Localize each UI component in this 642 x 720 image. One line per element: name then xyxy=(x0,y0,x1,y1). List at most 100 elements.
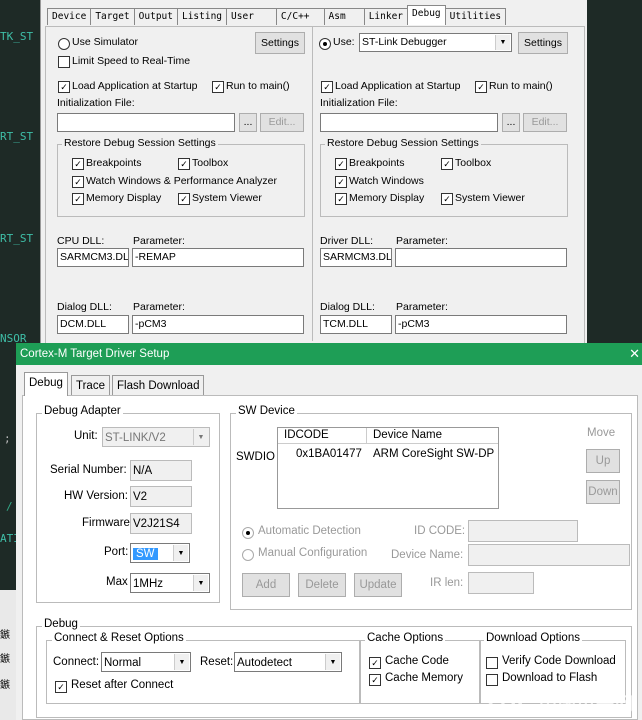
simulator-settings-button[interactable]: Settings xyxy=(255,32,305,54)
tab-user[interactable]: User xyxy=(226,8,277,25)
debugger-settings-button[interactable]: Settings xyxy=(518,32,568,54)
serial-number-field: N/A xyxy=(130,460,192,481)
chevron-down-icon: ▼ xyxy=(193,429,208,445)
max-clock-value: 1MHz xyxy=(133,578,164,590)
dialog-param-field[interactable]: -pCM3 xyxy=(132,315,304,334)
tab-target[interactable]: Target xyxy=(90,8,135,25)
close-icon[interactable]: ✕ xyxy=(629,343,640,365)
right-dialog-param-field[interactable]: -pCM3 xyxy=(395,315,567,334)
code-fragment: TK_ST xyxy=(0,30,34,43)
add-button[interactable]: Add xyxy=(242,573,290,597)
chevron-down-icon: ▼ xyxy=(173,545,188,561)
driver-dll-field[interactable]: SARMCM3.DLL xyxy=(320,248,392,267)
right-dialog-dll-field[interactable]: TCM.DLL xyxy=(320,315,392,334)
right-dialog-dll-label: Dialog DLL: xyxy=(320,301,375,313)
col-device-name: Device Name xyxy=(373,429,443,441)
right-init-file-input[interactable] xyxy=(320,113,498,132)
connect-select[interactable]: Normal ▼ xyxy=(101,652,191,672)
right-init-file-edit-button[interactable]: Edit... xyxy=(523,113,567,132)
pane-divider xyxy=(312,27,313,341)
debugger-select[interactable]: ST-Link Debugger ▼ xyxy=(359,33,512,52)
memory-display-checkbox[interactable]: ✓ xyxy=(72,193,84,205)
cpu-dll-field[interactable]: SARMCM3.DLL xyxy=(57,248,129,267)
code-fragment: RT_ST xyxy=(0,130,34,143)
reset-select-value: Autodetect xyxy=(237,657,292,669)
watch-windows-checkbox[interactable]: ✓ xyxy=(72,176,84,188)
table-row[interactable]: 0x1BA01477 ARM CoreSight SW-DP xyxy=(278,448,498,464)
move-up-button[interactable]: Up xyxy=(586,449,620,473)
download-to-flash-checkbox[interactable] xyxy=(486,674,498,686)
tab-listing[interactable]: Listing xyxy=(176,8,228,25)
auto-detection-label: Automatic Detection xyxy=(258,525,361,537)
cpu-param-field[interactable]: -REMAP xyxy=(132,248,304,267)
reset-after-connect-checkbox[interactable]: ✓ xyxy=(55,681,67,693)
breakpoints-checkbox[interactable]: ✓ xyxy=(72,158,84,170)
right-toolbox-checkbox[interactable]: ✓ xyxy=(441,158,453,170)
right-system-viewer-checkbox[interactable]: ✓ xyxy=(441,193,453,205)
chevron-down-icon: ▼ xyxy=(325,654,340,670)
side-glyph: 鏃 xyxy=(0,680,10,691)
tab-linker[interactable]: Linker xyxy=(363,8,409,25)
dialog-title-bar[interactable]: Cortex-M Target Driver Setup ✕ xyxy=(16,343,642,365)
connect-label: Connect: xyxy=(53,656,100,668)
update-button[interactable]: Update xyxy=(354,573,402,597)
unit-select[interactable]: ST-LINK/V2 ▼ xyxy=(102,427,210,447)
ir-len-input[interactable] xyxy=(468,572,534,594)
tab-device[interactable]: Device xyxy=(47,8,92,25)
init-file-edit-button[interactable]: Edit... xyxy=(260,113,304,132)
init-file-input[interactable] xyxy=(57,113,235,132)
manual-config-radio[interactable] xyxy=(242,549,254,561)
limit-speed-checkbox[interactable] xyxy=(58,56,70,68)
delete-button[interactable]: Delete xyxy=(298,573,346,597)
chevron-down-icon: ▼ xyxy=(495,35,510,50)
side-panel: 鏃 鏃 鏃 xyxy=(0,590,16,720)
col-idcode: IDCODE xyxy=(284,429,329,441)
verify-download-label: Verify Code Download xyxy=(502,655,616,667)
run-to-main-checkbox[interactable]: ✓ xyxy=(212,81,224,93)
dialog-dll-field[interactable]: DCM.DLL xyxy=(57,315,129,334)
tab-cpp[interactable]: C/C++ xyxy=(275,8,325,25)
toolbox-checkbox[interactable]: ✓ xyxy=(178,158,190,170)
use-simulator-radio[interactable] xyxy=(58,38,70,50)
init-file-label: Initialization File: xyxy=(57,97,135,109)
tab-utilities[interactable]: Utilities xyxy=(444,8,507,25)
use-debugger-radio[interactable] xyxy=(319,38,331,50)
driver-param-field[interactable] xyxy=(395,248,567,267)
dialog-title: Cortex-M Target Driver Setup xyxy=(20,348,170,360)
device-name-input[interactable] xyxy=(468,544,630,566)
move-down-button[interactable]: Down xyxy=(586,480,620,504)
right-breakpoints-label: Breakpoints xyxy=(349,157,405,169)
verify-download-checkbox[interactable] xyxy=(486,657,498,669)
tab-trace[interactable]: Trace xyxy=(71,375,110,396)
manual-config-label: Manual Configuration xyxy=(258,547,368,559)
debugger-select-value: ST-Link Debugger xyxy=(362,36,447,48)
reset-select[interactable]: Autodetect ▼ xyxy=(234,652,342,672)
right-watch-windows-checkbox[interactable]: ✓ xyxy=(335,176,347,188)
tab-debug[interactable]: Debug xyxy=(407,5,446,25)
system-viewer-checkbox[interactable]: ✓ xyxy=(178,193,190,205)
cache-memory-checkbox[interactable]: ✓ xyxy=(369,674,381,686)
right-run-to-main-checkbox[interactable]: ✓ xyxy=(475,81,487,93)
port-select[interactable]: SW ▼ xyxy=(130,543,190,563)
device-name-label: Device Name: xyxy=(391,549,464,561)
right-load-app-checkbox[interactable]: ✓ xyxy=(321,81,333,93)
ir-len-label: IR len: xyxy=(430,577,464,589)
port-label: Port: xyxy=(104,546,129,558)
init-file-browse-button[interactable]: ... xyxy=(239,113,257,132)
right-init-file-browse-button[interactable]: ... xyxy=(502,113,520,132)
right-memory-display-checkbox[interactable]: ✓ xyxy=(335,193,347,205)
port-select-value: SW xyxy=(133,548,158,560)
tab-asm[interactable]: Asm xyxy=(323,8,365,25)
unit-label: Unit: xyxy=(74,430,98,442)
right-breakpoints-checkbox[interactable]: ✓ xyxy=(335,158,347,170)
id-code-input[interactable] xyxy=(468,520,578,542)
max-clock-select[interactable]: 1MHz ▼ xyxy=(130,573,210,593)
tab-output[interactable]: Output xyxy=(133,8,178,25)
auto-detection-radio[interactable] xyxy=(242,527,254,539)
tab-flash-download[interactable]: Flash Download xyxy=(112,375,205,396)
limit-speed-label: Limit Speed to Real-Time xyxy=(72,55,191,67)
tab-debug[interactable]: Debug xyxy=(24,372,68,396)
right-load-app-label: Load Application at Startup xyxy=(335,80,461,92)
load-app-checkbox[interactable]: ✓ xyxy=(58,81,70,93)
cache-code-checkbox[interactable]: ✓ xyxy=(369,657,381,669)
